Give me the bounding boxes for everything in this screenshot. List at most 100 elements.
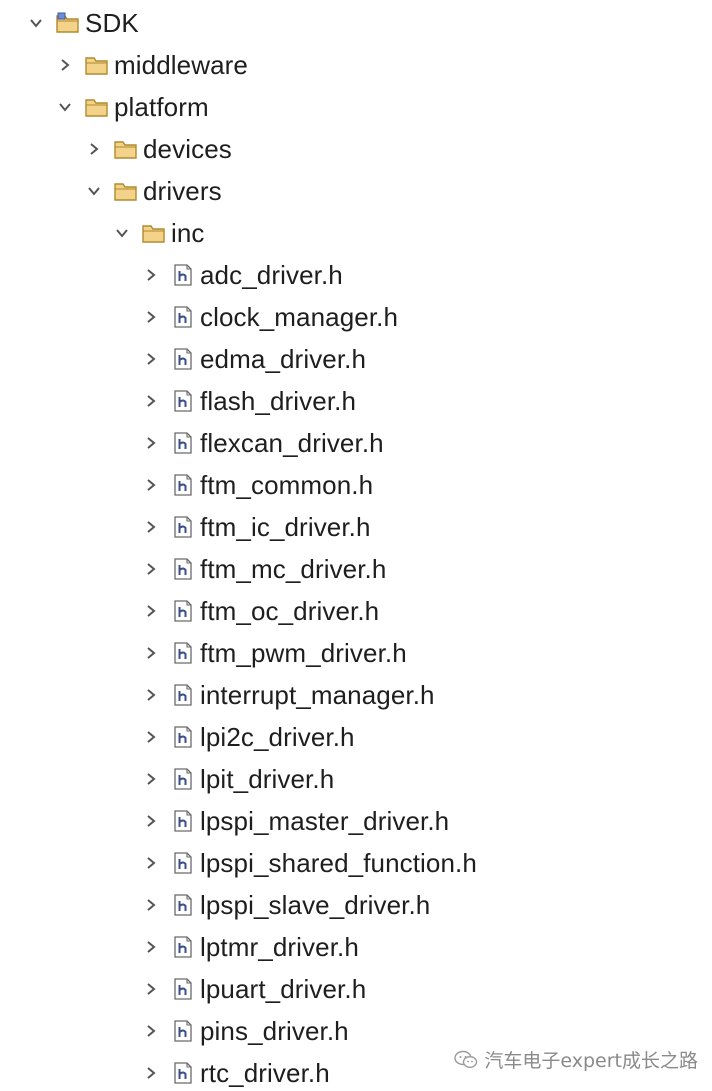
tree-node-file[interactable]: ftm_oc_driver.h xyxy=(140,593,379,629)
tree-node-file[interactable]: flash_driver.h xyxy=(140,383,356,419)
chevron-down-icon[interactable] xyxy=(54,96,76,118)
folder-icon xyxy=(84,52,110,78)
chevron-down-icon[interactable] xyxy=(83,180,105,202)
chevron-down-icon[interactable] xyxy=(111,222,133,244)
tree-node-file[interactable]: lpi2c_driver.h xyxy=(140,719,355,755)
header-file-icon xyxy=(170,682,196,708)
header-file-icon xyxy=(170,598,196,624)
tree-node-label: SDK xyxy=(85,8,139,38)
tree-node-file[interactable]: flexcan_driver.h xyxy=(140,425,384,461)
folder-icon xyxy=(113,136,139,162)
chevron-right-icon[interactable] xyxy=(140,600,162,622)
tree-node-label: lpi2c_driver.h xyxy=(200,722,355,752)
chevron-right-icon[interactable] xyxy=(140,306,162,328)
chevron-right-icon[interactable] xyxy=(140,1020,162,1042)
header-file-icon xyxy=(170,640,196,666)
tree-node-middleware[interactable]: middleware xyxy=(54,47,248,83)
tree-node-label: lptmr_driver.h xyxy=(200,932,359,962)
chevron-right-icon[interactable] xyxy=(140,936,162,958)
tree-node-label: rtc_driver.h xyxy=(200,1058,330,1088)
tree-node-label: ftm_ic_driver.h xyxy=(200,512,371,542)
tree-node-devices[interactable]: devices xyxy=(83,131,232,167)
header-file-icon xyxy=(170,1060,196,1086)
tree-node-file[interactable]: interrupt_manager.h xyxy=(140,677,435,713)
header-file-icon xyxy=(170,346,196,372)
header-file-icon xyxy=(170,766,196,792)
tree-node-label: drivers xyxy=(143,176,222,206)
tree-node-file[interactable]: pins_driver.h xyxy=(140,1013,349,1049)
chevron-right-icon[interactable] xyxy=(140,642,162,664)
tree-node-file[interactable]: rtc_driver.h xyxy=(140,1055,330,1091)
header-file-icon xyxy=(170,1018,196,1044)
header-file-icon xyxy=(170,808,196,834)
tree-node-file[interactable]: ftm_common.h xyxy=(140,467,373,503)
chevron-right-icon[interactable] xyxy=(140,516,162,538)
folder-icon xyxy=(141,220,167,246)
chevron-right-icon[interactable] xyxy=(54,54,76,76)
chevron-right-icon[interactable] xyxy=(140,726,162,748)
tree-node-file[interactable]: lptmr_driver.h xyxy=(140,929,359,965)
chevron-right-icon[interactable] xyxy=(140,432,162,454)
header-file-icon xyxy=(170,430,196,456)
tree-node-file[interactable]: lpspi_shared_function.h xyxy=(140,845,477,881)
folder-icon xyxy=(113,178,139,204)
tree-node-file[interactable]: lpspi_slave_driver.h xyxy=(140,887,430,923)
chevron-right-icon[interactable] xyxy=(140,852,162,874)
header-file-icon xyxy=(170,556,196,582)
header-file-icon xyxy=(170,472,196,498)
header-file-icon xyxy=(170,892,196,918)
tree-node-sdk[interactable]: SDK xyxy=(25,5,139,41)
project-folder-icon xyxy=(55,10,81,36)
tree-node-label: adc_driver.h xyxy=(200,260,343,290)
tree-node-file[interactable]: ftm_ic_driver.h xyxy=(140,509,371,545)
header-file-icon xyxy=(170,514,196,540)
chevron-right-icon[interactable] xyxy=(140,390,162,412)
chevron-right-icon[interactable] xyxy=(140,558,162,580)
header-file-icon xyxy=(170,976,196,1002)
header-file-icon xyxy=(170,724,196,750)
tree-node-file[interactable]: ftm_pwm_driver.h xyxy=(140,635,407,671)
tree-node-label: ftm_common.h xyxy=(200,470,374,500)
chevron-right-icon[interactable] xyxy=(140,768,162,790)
chevron-right-icon[interactable] xyxy=(140,684,162,706)
tree-node-file[interactable]: clock_manager.h xyxy=(140,299,398,335)
tree-node-file[interactable]: ftm_mc_driver.h xyxy=(140,551,386,587)
chevron-right-icon[interactable] xyxy=(140,894,162,916)
tree-node-file[interactable]: edma_driver.h xyxy=(140,341,366,377)
tree-node-inc[interactable]: inc xyxy=(111,215,205,251)
tree-node-label: ftm_oc_driver.h xyxy=(200,596,380,626)
chevron-right-icon[interactable] xyxy=(83,138,105,160)
tree-node-label: lpit_driver.h xyxy=(200,764,335,794)
project-explorer-tree: SDK middleware platform devices drivers … xyxy=(0,0,712,1089)
header-file-icon xyxy=(170,262,196,288)
chevron-right-icon[interactable] xyxy=(140,348,162,370)
tree-node-drivers[interactable]: drivers xyxy=(83,173,222,209)
tree-node-label: lpspi_slave_driver.h xyxy=(200,890,431,920)
tree-node-label: interrupt_manager.h xyxy=(200,680,435,710)
chevron-right-icon[interactable] xyxy=(140,1062,162,1084)
chevron-right-icon[interactable] xyxy=(140,474,162,496)
tree-node-file[interactable]: adc_driver.h xyxy=(140,257,343,293)
chevron-right-icon[interactable] xyxy=(140,264,162,286)
tree-node-label: devices xyxy=(143,134,232,164)
tree-node-file[interactable]: lpspi_master_driver.h xyxy=(140,803,449,839)
chevron-right-icon[interactable] xyxy=(140,978,162,1000)
tree-node-label: lpspi_shared_function.h xyxy=(200,848,477,878)
tree-node-platform[interactable]: platform xyxy=(54,89,209,125)
tree-node-label: ftm_mc_driver.h xyxy=(200,554,387,584)
chevron-down-icon[interactable] xyxy=(25,12,47,34)
tree-node-label: ftm_pwm_driver.h xyxy=(200,638,407,668)
chevron-right-icon[interactable] xyxy=(140,810,162,832)
watermark-text: 汽车电子expert成长之路 xyxy=(484,1050,698,1072)
tree-node-label: middleware xyxy=(114,50,248,80)
tree-node-file[interactable]: lpit_driver.h xyxy=(140,761,334,797)
header-file-icon xyxy=(170,388,196,414)
header-file-icon xyxy=(170,850,196,876)
tree-node-label: pins_driver.h xyxy=(200,1016,349,1046)
tree-node-label: lpuart_driver.h xyxy=(200,974,367,1004)
wechat-icon xyxy=(454,1050,478,1070)
tree-node-label: lpspi_master_driver.h xyxy=(200,806,450,836)
header-file-icon xyxy=(170,304,196,330)
tree-node-file[interactable]: lpuart_driver.h xyxy=(140,971,366,1007)
tree-node-label: flash_driver.h xyxy=(200,386,357,416)
